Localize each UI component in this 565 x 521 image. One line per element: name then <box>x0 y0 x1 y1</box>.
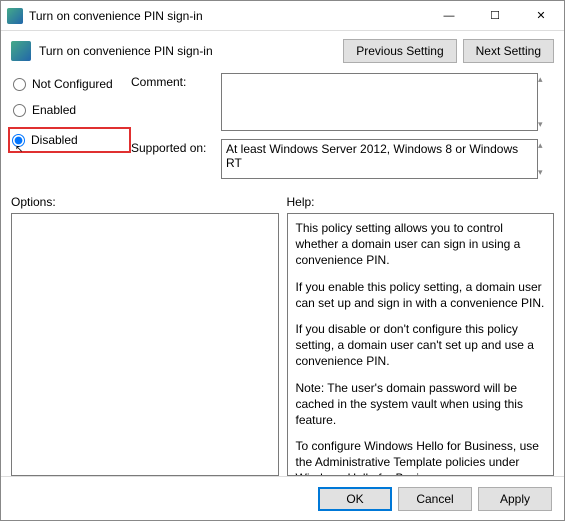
help-paragraph: If you disable or don't configure this p… <box>296 321 546 370</box>
window-controls: — ☐ ✕ <box>426 1 564 31</box>
next-setting-button[interactable]: Next Setting <box>463 39 554 63</box>
policy-icon <box>11 41 31 61</box>
footer: OK Cancel Apply <box>1 476 564 520</box>
radio-not-configured-input[interactable] <box>13 78 26 91</box>
radio-disabled-label: Disabled <box>31 133 78 147</box>
scrollbar-icon[interactable]: ▴▾ <box>538 73 554 131</box>
titlebar: Turn on convenience PIN sign-in — ☐ ✕ <box>1 1 564 31</box>
scrollbar-icon[interactable]: ▴▾ <box>538 139 554 179</box>
help-paragraph: To configure Windows Hello for Business,… <box>296 438 546 476</box>
radio-disabled-input[interactable] <box>12 134 25 147</box>
help-pane: Help: This policy setting allows you to … <box>287 195 555 476</box>
header-row: Turn on convenience PIN sign-in Previous… <box>11 39 554 63</box>
cancel-button[interactable]: Cancel <box>398 487 472 511</box>
maximize-button[interactable]: ☐ <box>472 1 518 31</box>
policy-icon <box>7 8 23 24</box>
help-paragraph: Note: The user's domain password will be… <box>296 380 546 429</box>
lower-row: Options: Help: This policy setting allow… <box>11 195 554 476</box>
comment-row: Comment: ▴▾ <box>131 73 554 131</box>
help-box[interactable]: This policy setting allows you to contro… <box>287 213 555 476</box>
fields-col: Comment: ▴▾ Supported on: ▴▾ <box>131 73 554 179</box>
options-label: Options: <box>11 195 279 209</box>
radio-enabled-input[interactable] <box>13 104 26 117</box>
options-pane: Options: <box>11 195 279 476</box>
radio-not-configured-label: Not Configured <box>32 77 113 91</box>
previous-setting-button[interactable]: Previous Setting <box>343 39 456 63</box>
options-box <box>11 213 279 476</box>
close-button[interactable]: ✕ <box>518 1 564 31</box>
minimize-button[interactable]: — <box>426 1 472 31</box>
radio-enabled[interactable]: Enabled <box>11 101 131 119</box>
body: Turn on convenience PIN sign-in Previous… <box>1 31 564 476</box>
policy-editor-window: Turn on convenience PIN sign-in — ☐ ✕ Tu… <box>0 0 565 521</box>
help-label: Help: <box>287 195 555 209</box>
radio-disabled[interactable]: Disabled <box>10 131 127 149</box>
apply-button[interactable]: Apply <box>478 487 552 511</box>
help-paragraph: This policy setting allows you to contro… <box>296 220 546 269</box>
ok-button[interactable]: OK <box>318 487 392 511</box>
radio-enabled-label: Enabled <box>32 103 76 117</box>
comment-label: Comment: <box>131 73 221 89</box>
config-row: Not Configured Enabled Disabled ↖ Commen… <box>11 73 554 179</box>
radio-not-configured[interactable]: Not Configured <box>11 75 131 93</box>
highlight-disabled: Disabled ↖ <box>8 127 131 153</box>
policy-title: Turn on convenience PIN sign-in <box>39 44 337 58</box>
supported-label: Supported on: <box>131 139 221 155</box>
comment-input[interactable] <box>221 73 538 131</box>
help-paragraph: If you enable this policy setting, a dom… <box>296 279 546 311</box>
radio-group: Not Configured Enabled Disabled ↖ <box>11 73 131 179</box>
supported-row: Supported on: ▴▾ <box>131 139 554 179</box>
window-title: Turn on convenience PIN sign-in <box>29 9 426 23</box>
supported-text <box>221 139 538 179</box>
